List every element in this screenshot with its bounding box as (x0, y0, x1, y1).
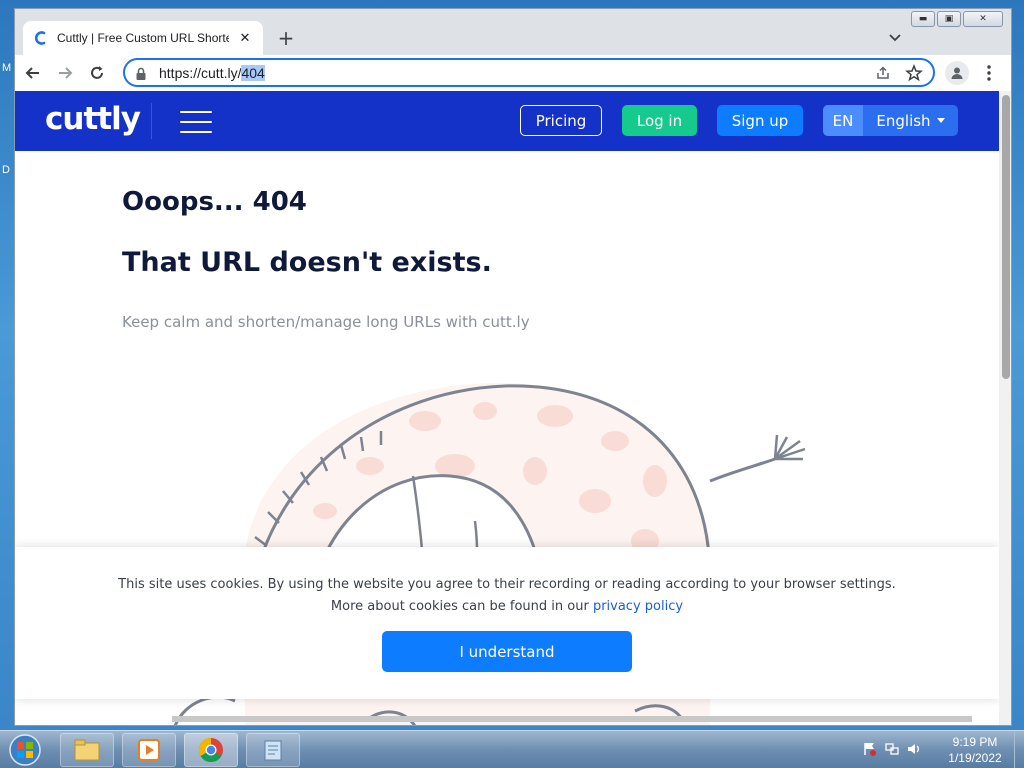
taskbar: 9:19 PM 1/19/2022 (0, 730, 1024, 768)
volume-icon[interactable] (906, 741, 922, 757)
clock-date: 1/19/2022 (948, 751, 1002, 765)
browser-window: Cuttly | Free Custom URL Shortener ✕ + ▬… (14, 8, 1012, 726)
taskbar-explorer[interactable] (60, 733, 114, 767)
folder-icon (74, 739, 100, 761)
cookie-banner: This site uses cookies. By using the web… (15, 547, 999, 699)
maximize-button[interactable]: ▣ (937, 11, 961, 27)
cookie-message: This site uses cookies. By using the web… (15, 574, 999, 618)
url-prefix: https://cutt.ly/ (159, 64, 242, 81)
header-divider (151, 103, 152, 139)
clock[interactable]: 9:19 PM 1/19/2022 (940, 734, 1010, 766)
taskbar-chrome[interactable] (184, 733, 238, 767)
language-code: EN (823, 105, 863, 136)
vertical-scrollbar[interactable] (999, 91, 1011, 725)
error-subtitle: That URL doesn't exists. (122, 247, 492, 278)
desktop-icon-label[interactable]: M (2, 62, 11, 74)
login-button[interactable]: Log in (622, 105, 697, 136)
start-button[interactable] (4, 732, 46, 768)
caret-down-icon (936, 118, 945, 123)
clock-time: 9:19 PM (952, 735, 998, 749)
bookmark-star-icon[interactable] (905, 63, 923, 86)
pricing-button[interactable]: Pricing (520, 105, 602, 136)
browser-toolbar: https://cutt.ly/404 (15, 55, 1011, 91)
share-icon[interactable] (875, 65, 891, 85)
signup-button[interactable]: Sign up (717, 105, 803, 136)
new-tab-button[interactable]: + (273, 25, 299, 51)
windows-logo-icon (9, 734, 41, 766)
horizontal-scrollbar[interactable] (172, 716, 972, 722)
language-selector[interactable]: EN English (823, 105, 958, 136)
media-player-icon (138, 739, 160, 761)
privacy-policy-link[interactable]: privacy policy (593, 599, 683, 614)
show-desktop-button[interactable] (1014, 731, 1024, 768)
cookie-accept-button[interactable]: I understand (382, 631, 632, 672)
reload-icon[interactable] (83, 59, 111, 87)
language-name-wrap: English (863, 105, 958, 136)
forward-arrow-icon[interactable] (51, 59, 79, 87)
desktop-icon-label[interactable]: D (2, 164, 10, 176)
menu-kebab-icon[interactable] (981, 63, 997, 83)
network-icon[interactable] (884, 741, 900, 757)
title-bar: Cuttly | Free Custom URL Shortener ✕ + ▬… (15, 9, 1011, 55)
hamburger-menu-icon[interactable] (180, 111, 212, 133)
site-header: cuttly Pricing Log in Sign up EN English (15, 91, 999, 151)
cookie-line-1: This site uses cookies. By using the web… (118, 577, 896, 592)
close-window-button[interactable]: ✕ (963, 11, 1003, 27)
back-arrow-icon[interactable] (19, 59, 47, 87)
tagline: Keep calm and shorten/manage long URLs w… (122, 313, 530, 331)
error-title: Ooops... 404 (122, 187, 307, 217)
profile-avatar-icon[interactable] (945, 61, 969, 85)
scrollbar-thumb[interactable] (1002, 95, 1010, 379)
url-selection: 404 (241, 64, 265, 81)
language-name: English (876, 111, 931, 130)
cookie-line-2-text: More about cookies can be found in our (330, 599, 593, 614)
window-controls: ▬ ▣ ✕ (911, 11, 1003, 27)
lock-icon (135, 66, 149, 80)
chrome-icon (198, 738, 223, 763)
cuttly-favicon-icon (33, 30, 49, 46)
system-tray (862, 741, 922, 757)
notepad-icon (264, 740, 282, 761)
cookie-line-2: More about cookies can be found in our p… (15, 596, 999, 618)
cuttly-logo[interactable]: cuttly (45, 101, 141, 137)
url-text[interactable]: https://cutt.ly/404 (159, 64, 265, 81)
action-center-flag-icon[interactable] (862, 741, 878, 757)
tab-cuttly[interactable]: Cuttly | Free Custom URL Shortener ✕ (23, 21, 263, 55)
taskbar-notepad[interactable] (246, 733, 300, 767)
minimize-button[interactable]: ▬ (911, 11, 935, 27)
taskbar-media-player[interactable] (122, 733, 176, 767)
tab-search-chevron-down-icon[interactable] (885, 27, 905, 47)
page-viewport: cuttly Pricing Log in Sign up EN English… (15, 91, 999, 725)
address-bar[interactable]: https://cutt.ly/404 (123, 58, 935, 87)
tab-close-icon[interactable]: ✕ (237, 31, 253, 46)
tab-title: Cuttly | Free Custom URL Shortener (57, 31, 229, 45)
